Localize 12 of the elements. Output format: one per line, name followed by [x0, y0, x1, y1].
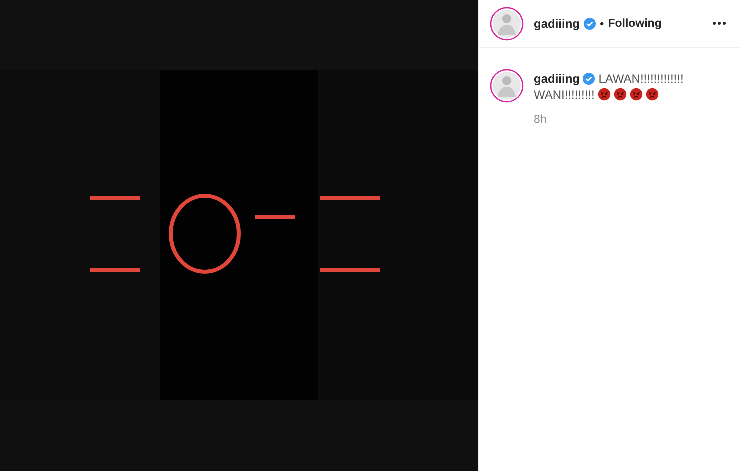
angry-face-icon [630, 88, 644, 101]
avatar[interactable] [490, 69, 524, 103]
angry-face-icon [646, 88, 660, 101]
angry-face-icon [614, 88, 628, 101]
angry-face-icon [598, 88, 612, 101]
caption-text: LAWAN!!!!!!!!!!!!! [598, 72, 684, 86]
caption-text: WANI!!!!!!!!! [534, 88, 595, 102]
separator-dot: • [600, 16, 604, 30]
following-link[interactable]: Following [608, 18, 662, 30]
avatar[interactable] [490, 6, 524, 40]
username-link[interactable]: gadiiing [534, 72, 580, 86]
username-link[interactable]: gadiiing [534, 16, 580, 30]
